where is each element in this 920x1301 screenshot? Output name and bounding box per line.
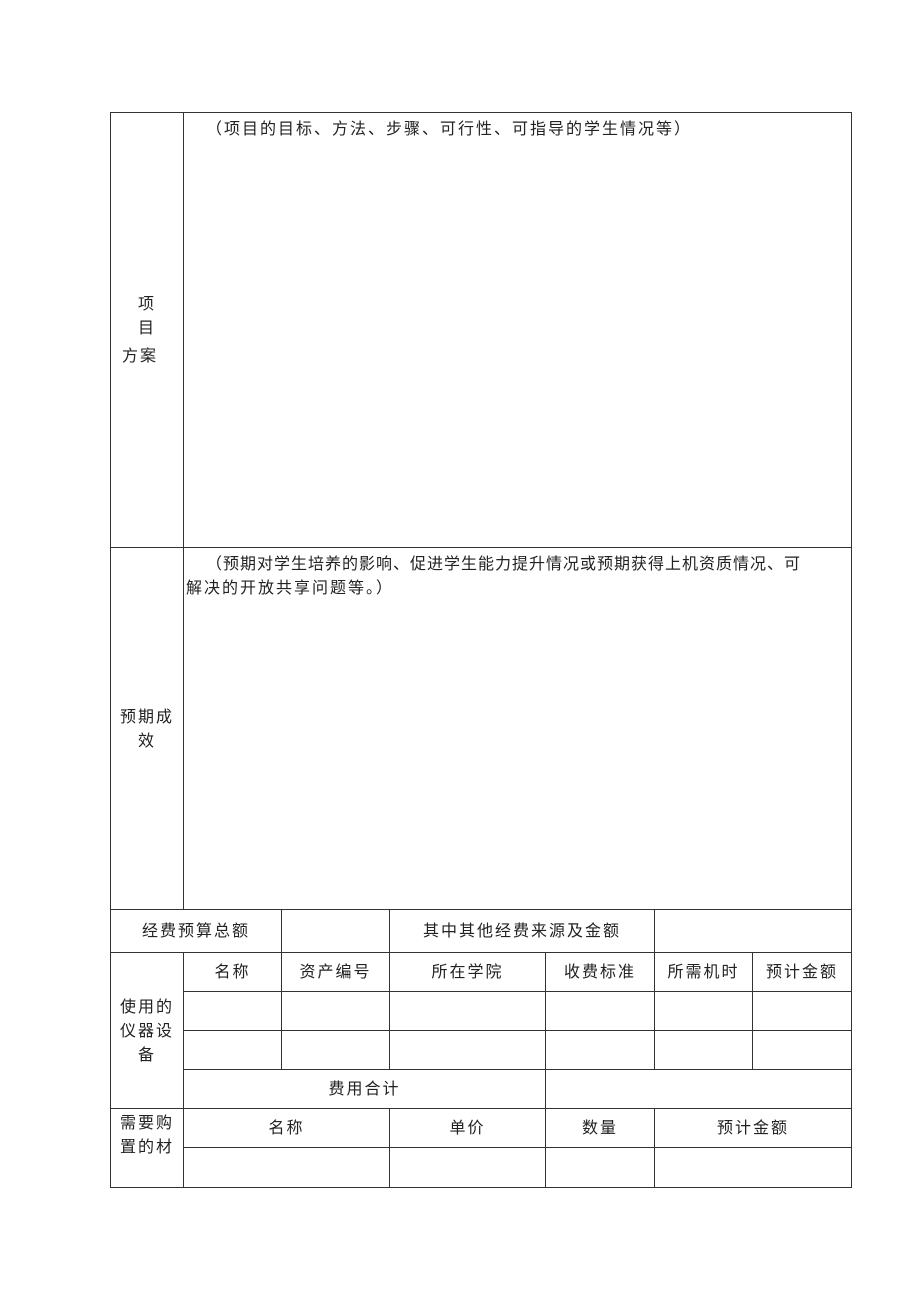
materials-label: 需要购 置的材 xyxy=(110,1108,184,1188)
materials-header-estimated-amount: 预计金额 xyxy=(654,1108,852,1148)
instruments-label-line3: 备 xyxy=(137,1044,156,1064)
budget-total-label: 经费预算总额 xyxy=(110,909,282,953)
instruments-label-line1: 使用的 xyxy=(119,996,174,1016)
expected-outcome-label: 预期成 效 xyxy=(110,547,184,910)
expected-outcome-label-line1: 预期成 xyxy=(119,706,174,726)
instruments-row2-asset-number[interactable] xyxy=(281,1030,390,1070)
instruments-row1-college[interactable] xyxy=(389,991,546,1031)
instruments-row1-machine-hours[interactable] xyxy=(654,991,753,1031)
instruments-row1-estimated-amount[interactable] xyxy=(752,991,852,1031)
instruments-row2-machine-hours[interactable] xyxy=(654,1030,753,1070)
budget-total-field[interactable] xyxy=(281,909,390,953)
materials-header-unit-price: 单价 xyxy=(389,1108,546,1148)
materials-row1-name[interactable] xyxy=(183,1147,390,1188)
instruments-header-college: 所在学院 xyxy=(389,952,546,992)
expected-outcome-label-line2: 效 xyxy=(137,730,156,750)
instruments-label: 使用的 仪器设 备 xyxy=(110,952,184,1109)
instruments-row2-name[interactable] xyxy=(183,1030,282,1070)
expected-outcome-field[interactable]: （预期对学生培养的影响、促进学生能力提升情况或预期获得上机资质情况、可 解决的开… xyxy=(183,547,852,910)
project-plan-label-line2: 方案 xyxy=(121,346,158,365)
instruments-row2-estimated-amount[interactable] xyxy=(752,1030,852,1070)
instruments-subtotal-label: 费用合计 xyxy=(183,1069,546,1109)
instruments-row1-asset-number[interactable] xyxy=(281,991,390,1031)
instruments-label-line2: 仪器设 xyxy=(119,1020,174,1040)
expected-outcome-hint-line2: 解决的开放共享问题等。） xyxy=(186,578,395,597)
materials-row1-estimated-amount[interactable] xyxy=(654,1147,852,1188)
project-plan-label-line1: 项 目 xyxy=(137,294,156,337)
other-sources-field[interactable] xyxy=(654,909,852,953)
other-sources-label: 其中其他经费来源及金额 xyxy=(389,909,655,953)
materials-label-line1: 需要购 xyxy=(119,1113,174,1132)
materials-header-name: 名称 xyxy=(183,1108,390,1148)
instruments-header-asset-number: 资产编号 xyxy=(281,952,390,992)
instruments-header-fee-standard: 收费标准 xyxy=(545,952,655,992)
materials-row1-unit-price[interactable] xyxy=(389,1147,546,1188)
project-plan-hint: （项目的目标、方法、步骤、可行性、可指导的学生情况等） xyxy=(206,119,693,138)
instruments-header-name: 名称 xyxy=(183,952,282,992)
materials-label-line2: 置的材 xyxy=(119,1137,174,1156)
materials-row1-quantity[interactable] xyxy=(545,1147,655,1188)
instruments-row1-fee-standard[interactable] xyxy=(545,991,655,1031)
instruments-header-machine-hours: 所需机时 xyxy=(654,952,753,992)
instruments-row1-name[interactable] xyxy=(183,991,282,1031)
project-plan-label: 项 目 方案 xyxy=(110,112,184,548)
expected-outcome-hint-line1: （预期对学生培养的影响、促进学生能力提升情况或预期获得上机资质情况、可 xyxy=(206,554,802,573)
instruments-subtotal-field[interactable] xyxy=(545,1069,852,1109)
materials-header-quantity: 数量 xyxy=(545,1108,655,1148)
application-form-page: 项 目 方案 （项目的目标、方法、步骤、可行性、可指导的学生情况等） 预期成 效… xyxy=(0,0,920,1301)
instruments-row2-fee-standard[interactable] xyxy=(545,1030,655,1070)
project-plan-field[interactable]: （项目的目标、方法、步骤、可行性、可指导的学生情况等） xyxy=(183,112,852,548)
instruments-header-estimated-amount: 预计金额 xyxy=(752,952,852,992)
instruments-row2-college[interactable] xyxy=(389,1030,546,1070)
